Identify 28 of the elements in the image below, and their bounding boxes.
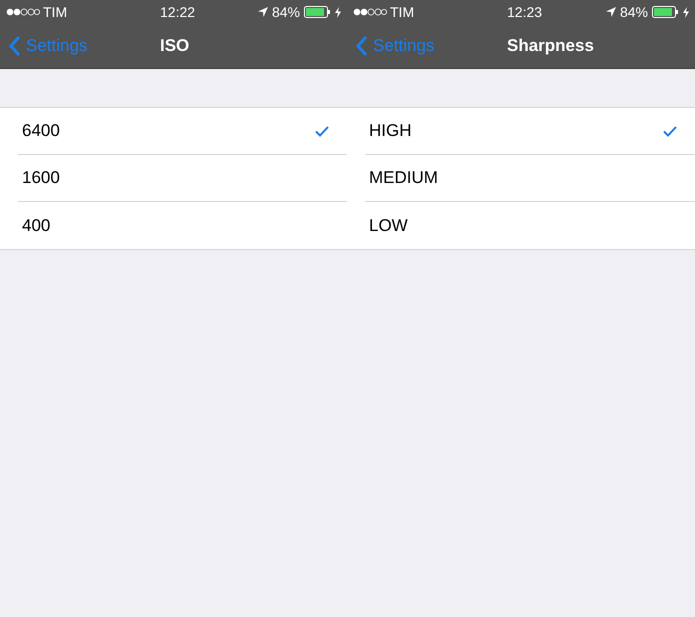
option-row[interactable]: MEDIUM: [365, 155, 695, 202]
location-arrow-icon: [258, 7, 268, 17]
nav-title: ISO: [160, 35, 190, 58]
signal-icon: [353, 8, 387, 16]
carrier: TIM: [43, 2, 68, 22]
back-chevron-icon: [9, 36, 21, 56]
option-label: 1600: [22, 167, 60, 190]
option-label: MEDIUM: [369, 167, 438, 190]
battery-percent: 84%: [272, 2, 300, 22]
battery-percent: 84%: [620, 2, 648, 22]
option-row[interactable]: LOW: [365, 202, 695, 249]
signal-icon: [6, 8, 40, 16]
option-label: LOW: [369, 214, 408, 237]
option-label: HIGH: [369, 120, 412, 142]
nav-title: Sharpness: [507, 35, 594, 58]
charging-bolt-icon: [335, 6, 341, 18]
charging-bolt-icon: [683, 6, 689, 18]
clock: 12:23: [507, 2, 542, 22]
battery-icon: [304, 6, 331, 18]
back-chevron-icon: [356, 36, 368, 56]
carrier: TIM: [390, 2, 414, 22]
battery-icon: [652, 6, 679, 18]
option-label: 6400: [22, 120, 60, 142]
option-label: 400: [22, 214, 50, 237]
clock: 12:22: [160, 2, 196, 22]
option-row[interactable]: HIGH: [365, 108, 695, 155]
option-row[interactable]: 400: [18, 202, 347, 249]
location-arrow-icon: [606, 7, 616, 17]
